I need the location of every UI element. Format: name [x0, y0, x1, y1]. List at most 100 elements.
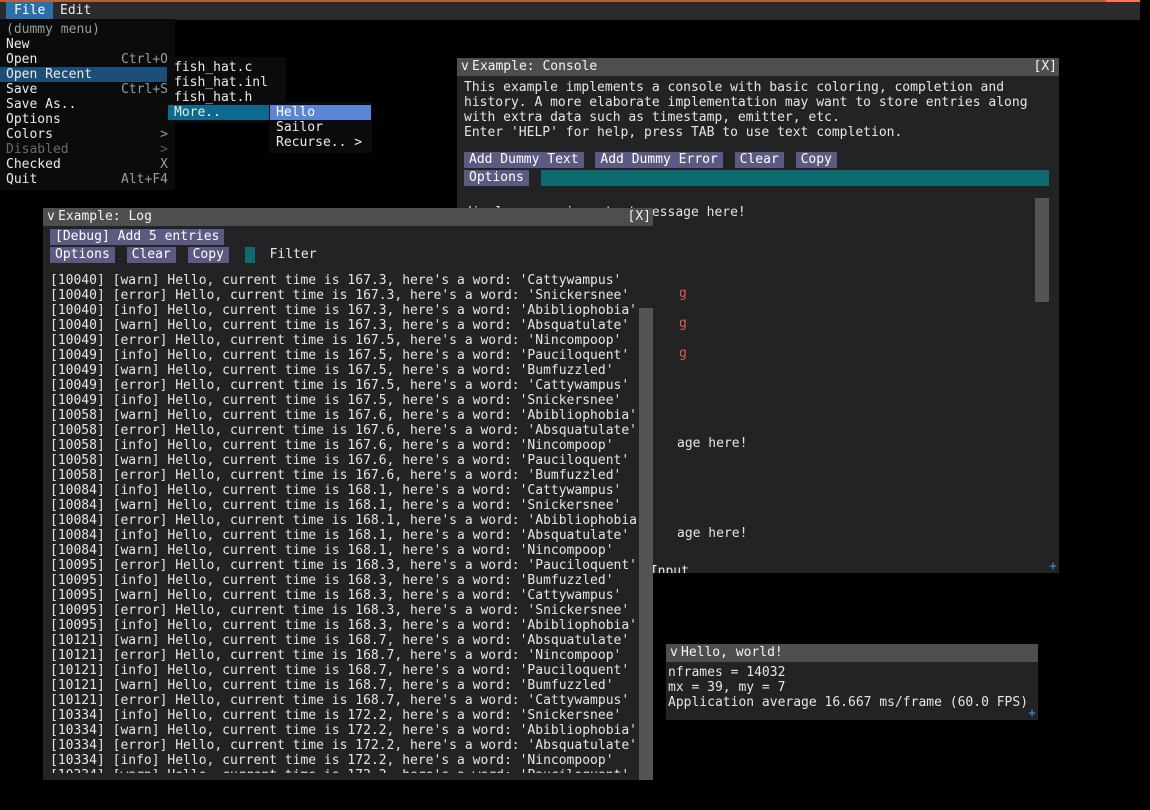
- collapse-arrow-icon[interactable]: v: [47, 208, 58, 226]
- log-entry: [10049] [error] Hello, current time is 1…: [50, 333, 622, 348]
- menu-item-open[interactable]: Open Ctrl+O: [0, 52, 174, 67]
- menu-item-hello[interactable]: Hello: [270, 105, 371, 120]
- log-entry: [10058] [warn] Hello, current time is 16…: [50, 408, 637, 423]
- background-gap: [653, 573, 665, 810]
- console-desc-line-3: with extra data such as timestamp, emitt…: [464, 110, 840, 125]
- chevron-right-icon: >: [160, 142, 168, 157]
- log-entry: [10049] [info] Hello, current time is 16…: [50, 348, 630, 363]
- close-icon[interactable]: [X]: [628, 208, 651, 226]
- hello-body: nframes = 14032 mx = 39, my = 7 Applicat…: [666, 662, 1038, 720]
- log-entry: [10334] [warn] Hello, current time is 17…: [50, 723, 637, 738]
- log-debug-row: [Debug] Add 5 entries: [50, 229, 228, 245]
- collapse-arrow-icon[interactable]: v: [670, 644, 681, 662]
- log-entry: [10334] [warn] Hello, current time is 17…: [50, 768, 638, 773]
- desktop-root: File Edit (dummy menu) New Open Ctrl+O O…: [0, 0, 1150, 810]
- log-scrollbar-track[interactable]: [639, 273, 653, 780]
- menubar-item-file[interactable]: File: [6, 2, 54, 20]
- log-filter-input[interactable]: [244, 247, 255, 263]
- log-entries-region[interactable]: [10040] [warn] Hello, current time is 16…: [50, 273, 638, 773]
- menu-item-recurse[interactable]: Recurse.. >: [270, 135, 371, 150]
- log-entry: [10121] [error] Hello, current time is 1…: [50, 693, 630, 708]
- log-scrollbar-grab[interactable]: [639, 308, 653, 780]
- log-entry: [10049] [info] Hello, current time is 16…: [50, 393, 622, 408]
- hello-world-window: v Hello, world! nframes = 14032 mx = 39, …: [666, 644, 1038, 720]
- log-copy-button[interactable]: Copy: [187, 247, 229, 263]
- menu-item-checked[interactable]: Checked X: [0, 157, 174, 172]
- add-dummy-text-button[interactable]: Add Dummy Text: [464, 152, 584, 168]
- log-entry: [10058] [info] Hello, current time is 16…: [50, 438, 614, 453]
- log-entry: [10095] [warn] Hello, current time is 16…: [50, 588, 622, 603]
- chevron-right-icon: >: [160, 127, 168, 142]
- collapse-arrow-icon[interactable]: v: [461, 58, 472, 76]
- log-entry: [10121] [warn] Hello, current time is 16…: [50, 678, 614, 693]
- log-body: [Debug] Add 5 entries Options Clear Copy…: [43, 226, 653, 780]
- log-entry: [10095] [error] Hello, current time is 1…: [50, 603, 630, 618]
- console-scrollbar-track[interactable]: [1035, 198, 1049, 560]
- menubar-item-edit[interactable]: Edit: [52, 2, 99, 20]
- console-desc-line-4: Enter 'HELP' for help, press TAB to use …: [464, 125, 903, 140]
- log-entry: [10121] [error] Hello, current time is 1…: [50, 648, 622, 663]
- log-entry: [10084] [error] Hello, current time is 1…: [50, 513, 638, 528]
- log-title-bar[interactable]: v Example: Log [X]: [43, 208, 653, 226]
- log-entry: [10040] [warn] Hello, current time is 16…: [50, 273, 622, 288]
- hello-stats: nframes = 14032 mx = 39, my = 7 Applicat…: [668, 665, 1028, 710]
- console-options-row: Options: [464, 170, 1049, 186]
- clear-button[interactable]: Clear: [734, 152, 784, 168]
- log-entry: [10095] [info] Hello, current time is 16…: [50, 618, 637, 633]
- log-entry: [10040] [error] Hello, current time is 1…: [50, 288, 630, 303]
- console-resize-grip[interactable]: +: [1049, 560, 1057, 573]
- console-log-line-5: age here!: [677, 526, 748, 541]
- console-log-line-1: g: [679, 286, 687, 301]
- log-options-button[interactable]: Options: [50, 247, 115, 263]
- copy-button[interactable]: Copy: [795, 152, 837, 168]
- console-desc-line-1: This example implements a console with b…: [464, 80, 1005, 95]
- log-entry: [10084] [warn] Hello, current time is 16…: [50, 543, 614, 558]
- log-entry: [10058] [warn] Hello, current time is 16…: [50, 453, 630, 468]
- log-entry: [10084] [info] Hello, current time is 16…: [50, 483, 622, 498]
- console-title-bar[interactable]: v Example: Console [X]: [457, 58, 1059, 76]
- menu-item-options[interactable]: Options: [0, 112, 174, 127]
- debug-add-entries-button[interactable]: [Debug] Add 5 entries: [50, 229, 225, 245]
- log-entry: [10121] [warn] Hello, current time is 16…: [50, 633, 630, 648]
- log-entry: [10095] [info] Hello, current time is 16…: [50, 573, 614, 588]
- menu-item-colors[interactable]: Colors >: [0, 127, 174, 142]
- log-title-text: Example: Log: [58, 209, 152, 224]
- console-desc-line-2: history. A more elaborate implementation…: [464, 95, 1028, 110]
- open-recent-submenu: fish_hat.c fish_hat.inl fish_hat.h More.…: [168, 58, 285, 122]
- console-description: This example implements a console with b…: [464, 80, 1028, 140]
- log-entry: [10049] [warn] Hello, current time is 16…: [50, 363, 614, 378]
- menu-item-more[interactable]: More..: [168, 105, 285, 120]
- hello-title-bar[interactable]: v Hello, world!: [666, 644, 1038, 662]
- console-filter-input[interactable]: [540, 170, 1049, 186]
- menu-item-save[interactable]: Save Ctrl+S: [0, 82, 174, 97]
- close-icon[interactable]: [X]: [1034, 58, 1057, 76]
- menu-item-sailor[interactable]: Sailor: [270, 120, 371, 135]
- log-clear-button[interactable]: Clear: [126, 247, 176, 263]
- menu-item-fish-hat-c[interactable]: fish_hat.c: [168, 60, 285, 75]
- options-button[interactable]: Options: [464, 170, 529, 186]
- menu-header-dummy: (dummy menu): [6, 22, 100, 37]
- menu-item-save-as[interactable]: Save As..: [0, 97, 174, 112]
- add-dummy-error-button[interactable]: Add Dummy Error: [595, 152, 723, 168]
- console-log-line-4: age here!: [677, 436, 748, 451]
- log-entry: [10121] [info] Hello, current time is 16…: [50, 663, 630, 678]
- menu-item-fish-hat-h[interactable]: fish_hat.h: [168, 90, 285, 105]
- hello-resize-grip[interactable]: +: [1028, 707, 1036, 720]
- menu-item-fish-hat-inl[interactable]: fish_hat.inl: [168, 75, 285, 90]
- menu-item-quit[interactable]: Quit Alt+F4: [0, 172, 174, 187]
- log-entry: [10040] [warn] Hello, current time is 16…: [50, 318, 630, 333]
- menu-item-new[interactable]: New: [0, 37, 174, 52]
- log-toolbar-row: Options Clear Copy Filter: [50, 247, 317, 263]
- log-entry: [10058] [error] Hello, current time is 1…: [50, 423, 637, 438]
- console-scrollbar-grab[interactable]: [1035, 198, 1049, 302]
- hello-nframes-line: nframes = 14032: [668, 665, 786, 680]
- log-entry: [10334] [error] Hello, current time is 1…: [50, 738, 637, 753]
- hello-mouse-line: mx = 39, my = 7: [668, 680, 786, 695]
- log-entry: [10040] [info] Hello, current time is 16…: [50, 303, 637, 318]
- log-window: v Example: Log [X] [Debug] Add 5 entries …: [43, 208, 653, 780]
- log-entry: [10058] [error] Hello, current time is 1…: [50, 468, 622, 483]
- log-entry: [10095] [error] Hello, current time is 1…: [50, 558, 637, 573]
- console-log-line-3: g: [679, 346, 687, 361]
- menu-item-open-recent[interactable]: Open Recent: [0, 67, 174, 82]
- log-entry: [10049] [error] Hello, current time is 1…: [50, 378, 630, 393]
